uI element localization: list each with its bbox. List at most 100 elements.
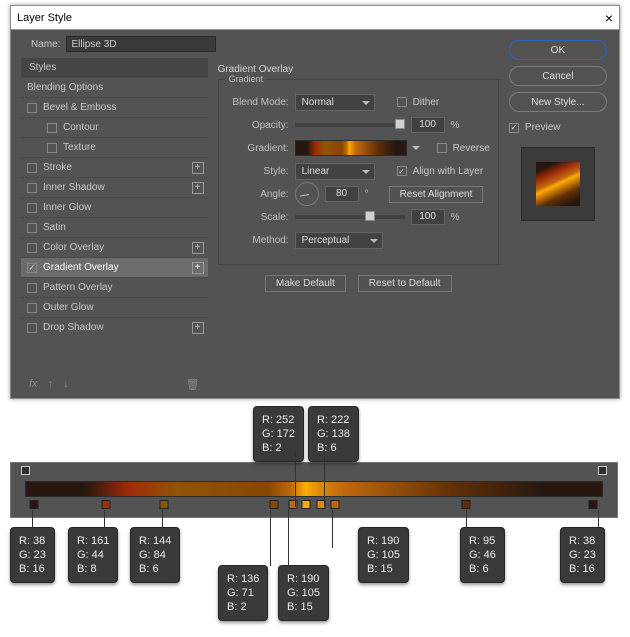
cancel-button[interactable]: Cancel xyxy=(509,66,607,86)
dither-checkbox[interactable] xyxy=(397,97,407,107)
opacity-value[interactable]: 100 xyxy=(411,117,445,133)
scale-slider[interactable] xyxy=(295,215,405,219)
preview-checkbox[interactable] xyxy=(509,123,519,133)
color-stop[interactable] xyxy=(461,500,470,509)
preview-checkbox-row: Preview xyxy=(509,122,607,133)
opacity-stop-left[interactable] xyxy=(21,466,30,475)
styles-column: Styles Blending Options Bevel & Emboss Co… xyxy=(11,58,208,398)
settings-column: Gradient Overlay Gradient Blend Mode: No… xyxy=(208,58,509,398)
add-effect-icon[interactable]: + xyxy=(192,262,204,274)
style-checkbox[interactable] xyxy=(27,203,37,213)
style-item-drop-shadow[interactable]: Drop Shadow+ xyxy=(21,317,208,337)
opacity-slider[interactable] xyxy=(295,123,405,127)
close-icon[interactable]: × xyxy=(605,10,613,26)
name-input[interactable] xyxy=(66,36,216,52)
add-effect-icon[interactable]: + xyxy=(192,182,204,194)
color-stop[interactable] xyxy=(302,500,311,509)
add-effect-icon[interactable]: + xyxy=(192,322,204,334)
style-item-inner-glow[interactable]: Inner Glow xyxy=(21,197,208,217)
style-dropdown[interactable]: Linear xyxy=(295,163,375,180)
style-checkbox[interactable] xyxy=(27,183,37,193)
name-label: Name: xyxy=(31,39,60,50)
scale-value[interactable]: 100 xyxy=(411,209,445,225)
style-item-bevel-emboss[interactable]: Bevel & Emboss xyxy=(21,97,208,117)
callout-bottom-1: R: 161G: 44B: 8 xyxy=(68,527,118,583)
style-item-satin[interactable]: Satin xyxy=(21,217,208,237)
preview-swatch xyxy=(521,147,595,221)
style-item-stroke[interactable]: Stroke + xyxy=(21,157,208,177)
blending-options-row[interactable]: Blending Options xyxy=(21,77,208,97)
style-checkbox[interactable] xyxy=(47,123,57,133)
scale-label: Scale: xyxy=(227,212,289,223)
scale-suffix: % xyxy=(451,212,460,223)
up-arrow-icon[interactable]: ↑ xyxy=(48,378,54,390)
dither-label: Dither xyxy=(413,97,440,108)
angle-label: Angle: xyxy=(227,189,289,200)
reverse-label: Reverse xyxy=(453,143,490,154)
color-stop[interactable] xyxy=(270,500,279,509)
style-item-outer-glow[interactable]: Outer Glow xyxy=(21,297,208,317)
callout-bottom-3: R: 136G: 71B: 2 xyxy=(218,565,268,621)
color-stop[interactable] xyxy=(288,500,297,509)
opacity-stop-right[interactable] xyxy=(598,466,607,475)
style-item-gradient-overlay[interactable]: Gradient Overlay+ xyxy=(21,257,208,277)
fx-footer: fx ↑ ↓ 🗑 xyxy=(21,374,208,394)
style-label: Color Overlay xyxy=(43,242,104,253)
titlebar: Layer Style × xyxy=(11,6,619,30)
style-item-color-overlay[interactable]: Color Overlay + xyxy=(21,237,208,257)
method-dropdown[interactable]: Perceptual xyxy=(295,232,383,249)
reverse-checkbox[interactable] xyxy=(437,143,447,153)
add-effect-icon[interactable]: + xyxy=(192,242,204,254)
make-default-button[interactable]: Make Default xyxy=(265,275,346,292)
style-checkbox[interactable] xyxy=(27,243,37,253)
color-stop[interactable] xyxy=(331,500,340,509)
style-checkbox[interactable] xyxy=(27,283,37,293)
color-stop[interactable] xyxy=(160,500,169,509)
fx-label[interactable]: fx xyxy=(29,378,38,390)
style-item-texture[interactable]: Texture xyxy=(21,137,208,157)
reset-alignment-button[interactable]: Reset Alignment xyxy=(389,186,484,203)
style-label: Pattern Overlay xyxy=(43,282,112,293)
align-checkbox[interactable] xyxy=(397,166,407,176)
style-checkbox[interactable] xyxy=(27,223,37,233)
style-checkbox[interactable] xyxy=(27,103,37,113)
down-arrow-icon[interactable]: ↓ xyxy=(63,378,69,390)
callout-bottom-7: R: 38G: 23B: 16 xyxy=(560,527,605,583)
leader-top-1 xyxy=(324,452,325,507)
gradient-picker[interactable] xyxy=(295,140,407,156)
right-column: OK Cancel New Style... Preview xyxy=(509,40,619,398)
callout-bottom-5: R: 190G: 105B: 15 xyxy=(358,527,409,583)
angle-dial[interactable] xyxy=(295,182,319,206)
style-label: Contour xyxy=(63,122,99,133)
color-stop[interactable] xyxy=(589,500,598,509)
add-effect-icon[interactable]: + xyxy=(192,162,204,174)
window-title: Layer Style xyxy=(17,12,72,24)
style-checkbox[interactable] xyxy=(27,163,37,173)
style-checkbox[interactable] xyxy=(27,263,37,273)
style-item-inner-shadow[interactable]: Inner Shadow + xyxy=(21,177,208,197)
method-label: Method: xyxy=(227,235,289,246)
style-item-pattern-overlay[interactable]: Pattern Overlay xyxy=(21,277,208,297)
style-label: Stroke xyxy=(43,162,72,173)
new-style-button[interactable]: New Style... xyxy=(509,92,607,112)
color-stop[interactable] xyxy=(102,500,111,509)
style-checkbox[interactable] xyxy=(47,143,57,153)
style-item-contour[interactable]: Contour xyxy=(21,117,208,137)
style-checkbox[interactable] xyxy=(27,303,37,313)
preview-swatch-inner xyxy=(536,162,580,206)
angle-value[interactable]: 80 xyxy=(325,186,359,202)
ok-button[interactable]: OK xyxy=(509,40,607,60)
gradient-editor-bar[interactable] xyxy=(25,481,603,497)
angle-suffix: ° xyxy=(365,189,369,200)
trash-icon[interactable]: 🗑 xyxy=(186,378,200,391)
reset-default-button[interactable]: Reset to Default xyxy=(358,275,452,292)
color-stop[interactable] xyxy=(29,500,38,509)
style-label: Inner Shadow xyxy=(43,182,105,193)
name-row: Name: xyxy=(31,36,216,52)
default-buttons-row: Make Default Reset to Default xyxy=(218,275,499,292)
style-checkbox[interactable] xyxy=(27,323,37,333)
callout-top-0: R: 252G: 172B: 2 xyxy=(253,406,304,462)
styles-header: Styles xyxy=(21,58,208,77)
gradient-section: Gradient Blend Mode: Normal Dither Opaci… xyxy=(218,79,499,265)
blend-mode-dropdown[interactable]: Normal xyxy=(295,94,375,111)
